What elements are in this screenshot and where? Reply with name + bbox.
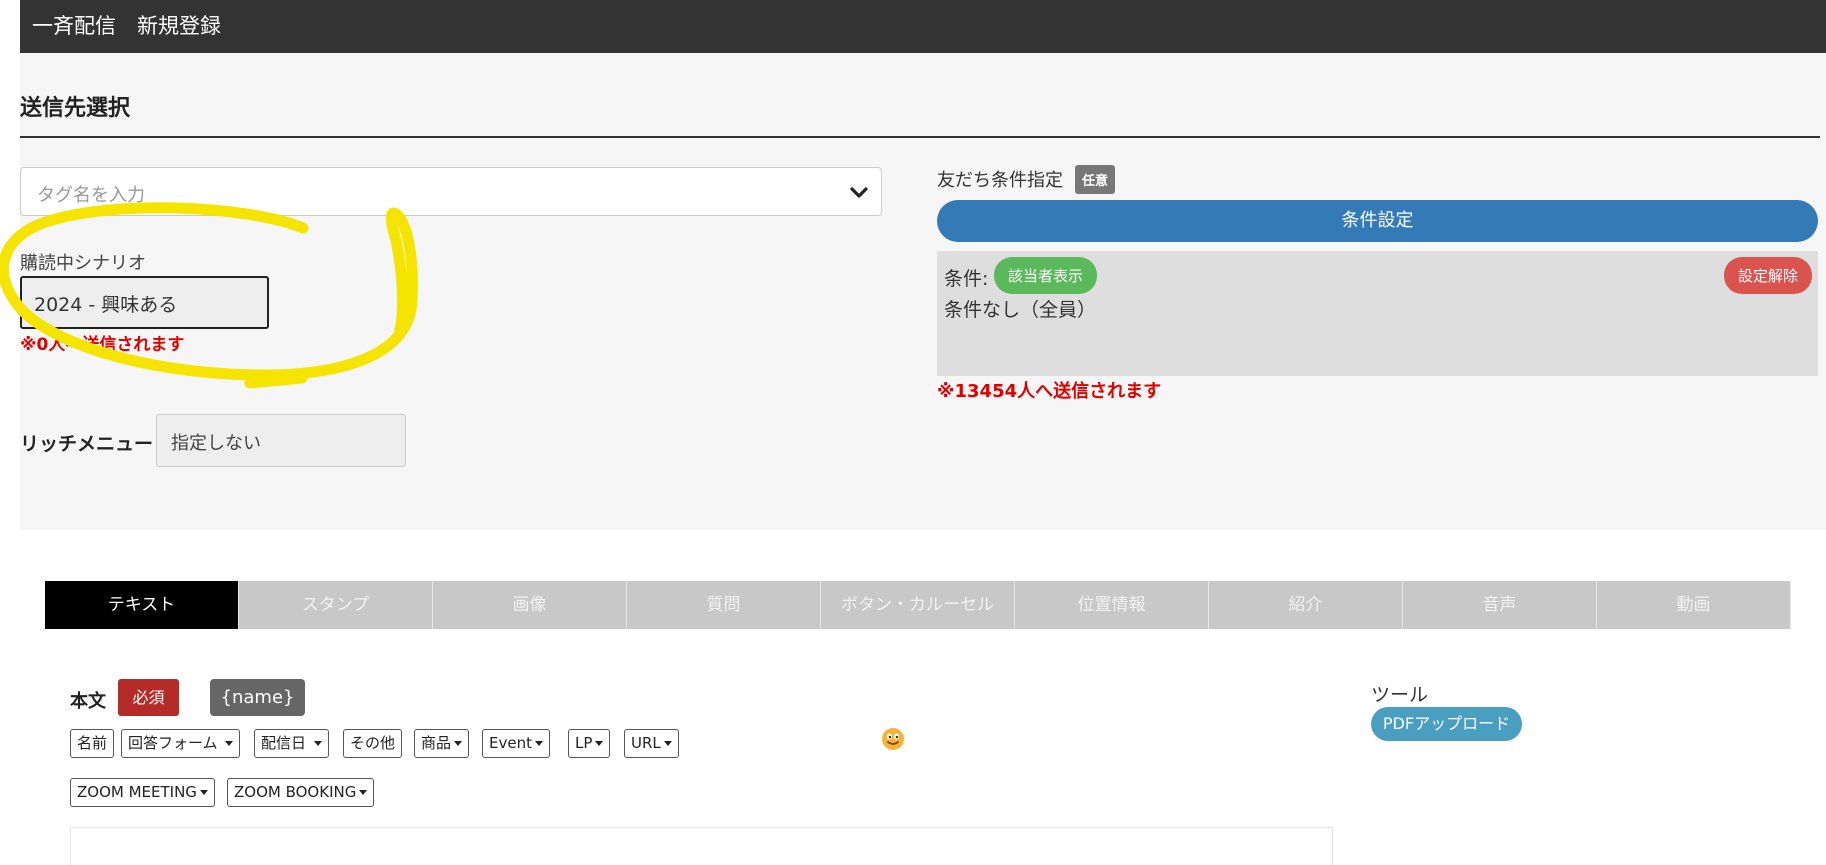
zoom-meeting-dropdown[interactable]: ZOOM MEETING xyxy=(70,778,215,807)
tag-select[interactable]: タグ名を入力 xyxy=(20,167,882,216)
clear-conditions-button[interactable]: 設定解除 xyxy=(1723,257,1812,294)
lp-label: LP xyxy=(575,734,593,752)
answer-form-dropdown[interactable]: 回答フォーム xyxy=(121,729,241,758)
tab-image[interactable]: 画像 xyxy=(433,581,627,629)
tab-location[interactable]: 位置情報 xyxy=(1015,581,1209,629)
tools-label: ツール xyxy=(1371,684,1429,706)
chevron-down-icon xyxy=(850,187,868,198)
rich-menu-select[interactable]: 指定しない xyxy=(156,414,406,467)
zoom-meeting-label: ZOOM MEETING xyxy=(77,783,197,801)
condition-set-button[interactable]: 条件設定 xyxy=(937,200,1818,242)
scenario-value-box[interactable]: 2024 - 興味ある xyxy=(20,276,269,329)
lp-dropdown[interactable]: LP xyxy=(568,729,611,758)
scenario-value: 2024 - 興味ある xyxy=(34,294,178,316)
tag-select-placeholder: タグ名を入力 xyxy=(37,185,145,206)
tab-audio[interactable]: 音声 xyxy=(1403,581,1597,629)
required-badge: 必須 xyxy=(118,679,179,716)
event-dropdown[interactable]: Event xyxy=(482,729,550,758)
caret-down-icon xyxy=(199,790,208,795)
condition-text: 条件なし（全員） xyxy=(944,299,1097,321)
caret-down-icon xyxy=(595,741,604,746)
friend-condition-label: 友だち条件指定 xyxy=(937,170,1063,191)
scenario-warning: ※0人へ送信されます xyxy=(20,335,185,355)
zoom-booking-label: ZOOM BOOKING xyxy=(234,783,357,801)
pdf-upload-button[interactable]: PDFアップロード xyxy=(1371,707,1522,741)
insert-name-label: 名前 xyxy=(77,734,108,752)
insert-name-button[interactable]: 名前 xyxy=(70,729,115,758)
caret-down-icon xyxy=(534,741,543,746)
message-type-tabs: テキスト スタンプ 画像 質問 ボタン・カルーセル 位置情報 紹介 音声 動画 xyxy=(45,581,1791,629)
condition-label: 条件: xyxy=(944,268,989,290)
send-date-label: 配信日 xyxy=(261,734,307,752)
product-label: 商品 xyxy=(421,734,452,752)
tab-text[interactable]: テキスト xyxy=(45,581,239,629)
smiley-emoji-icon[interactable] xyxy=(881,727,905,751)
zoom-booking-dropdown[interactable]: ZOOM BOOKING xyxy=(227,778,375,807)
body-label: 本文 xyxy=(70,691,106,712)
other-label: その他 xyxy=(350,734,396,752)
tab-button-carousel[interactable]: ボタン・カルーセル xyxy=(821,581,1015,629)
tab-video[interactable]: 動画 xyxy=(1597,581,1791,629)
optional-badge: 任意 xyxy=(1075,165,1116,194)
scenario-label: 購読中シナリオ xyxy=(20,253,146,274)
recipient-count-warning: ※13454人へ送信されます xyxy=(937,381,1162,402)
product-dropdown[interactable]: 商品 xyxy=(414,729,470,758)
send-date-dropdown[interactable]: 配信日 xyxy=(254,729,329,758)
caret-down-icon xyxy=(225,741,234,746)
page-title: 一斉配信 新規登録 xyxy=(32,14,221,38)
message-body-textarea[interactable] xyxy=(70,827,1333,865)
caret-down-icon xyxy=(359,790,368,795)
tab-introduction[interactable]: 紹介 xyxy=(1209,581,1403,629)
tab-stamp[interactable]: スタンプ xyxy=(239,581,433,629)
answer-form-label: 回答フォーム xyxy=(128,734,218,752)
caret-down-icon xyxy=(663,741,672,746)
event-label: Event xyxy=(489,734,532,752)
other-button[interactable]: その他 xyxy=(343,729,403,758)
rich-menu-value: 指定しない xyxy=(171,433,261,454)
name-tag-button[interactable]: {name} xyxy=(210,679,305,716)
caret-down-icon xyxy=(313,741,322,746)
caret-down-icon xyxy=(454,741,463,746)
rich-menu-label: リッチメニュー xyxy=(20,433,154,455)
show-matches-button[interactable]: 該当者表示 xyxy=(994,257,1098,294)
page-header: 一斉配信 新規登録 xyxy=(20,0,1826,53)
section-title: 送信先選択 xyxy=(20,96,131,121)
section-divider xyxy=(20,136,1820,138)
url-dropdown[interactable]: URL xyxy=(624,729,679,758)
tab-question[interactable]: 質問 xyxy=(627,581,821,629)
condition-panel: 条件: 該当者表示 設定解除 条件なし（全員） xyxy=(937,251,1818,376)
url-label: URL xyxy=(631,734,661,752)
